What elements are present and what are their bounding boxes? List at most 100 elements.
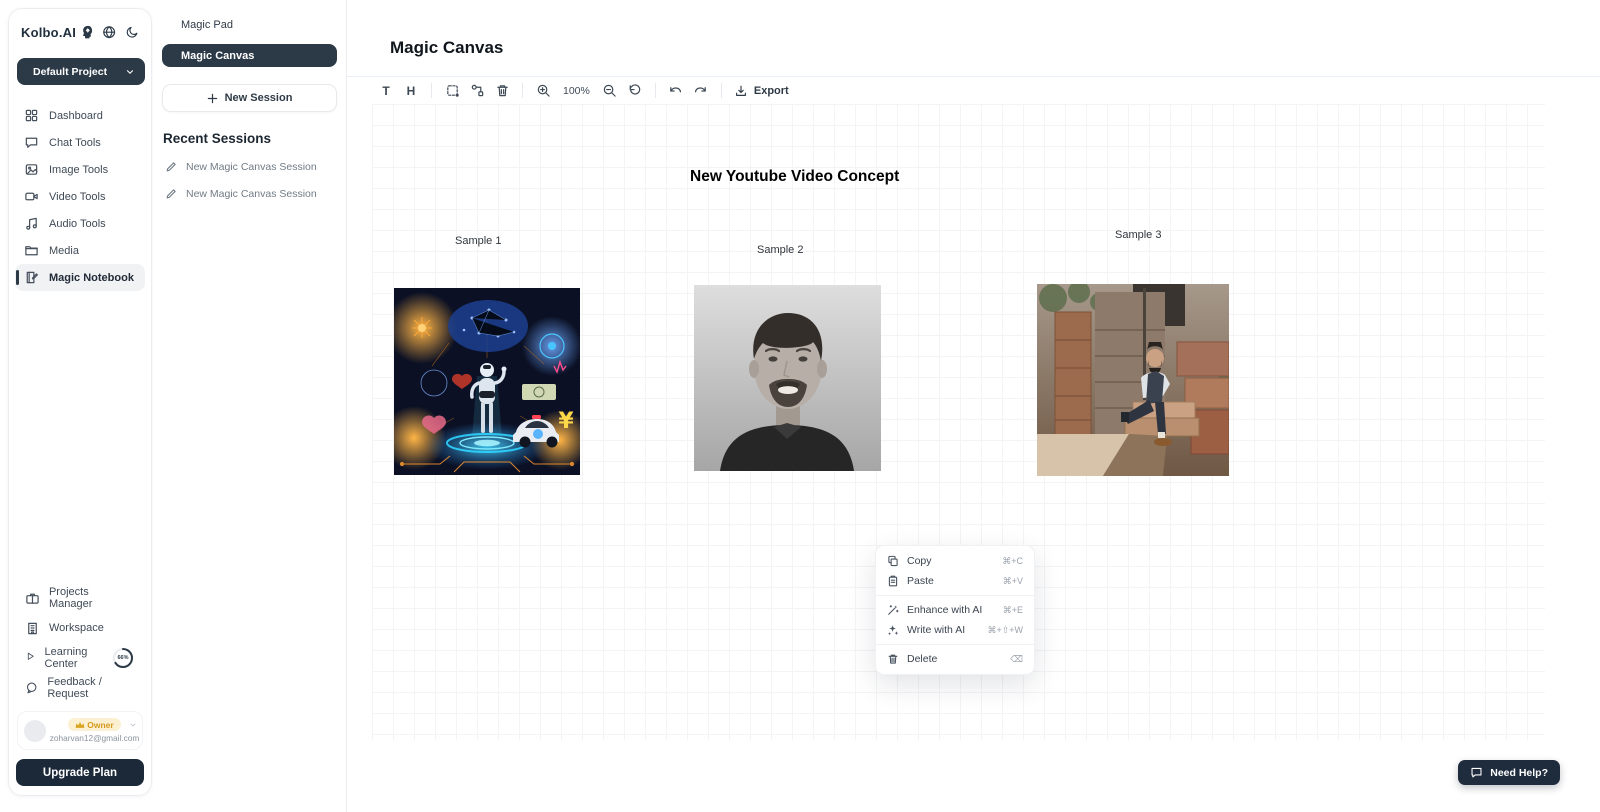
sidebar-item-label: Dashboard (49, 110, 103, 122)
sample-image-3[interactable] (1037, 284, 1229, 476)
dark-mode-moon-icon[interactable] (125, 25, 139, 40)
image-icon (24, 162, 39, 177)
trash-icon (495, 83, 510, 98)
menu-item-copy[interactable]: Copy ⌘+C (876, 551, 1034, 571)
user-account-card[interactable]: Owner zoharvan12@gmail.com (17, 711, 143, 750)
new-session-button[interactable]: New Session (162, 84, 337, 112)
menu-divider (876, 644, 1034, 645)
app-logo: Kolbo.AI (21, 25, 76, 40)
zoom-out-icon (602, 83, 617, 98)
toolbar-divider (655, 83, 656, 98)
need-help-button[interactable]: Need Help? (1458, 760, 1560, 785)
folder-icon (24, 243, 39, 258)
sidebar-item-feedback-request[interactable]: Feedback / Request (16, 673, 144, 703)
menu-shortcut: ⌘+V (1003, 576, 1023, 587)
trash-icon (887, 653, 899, 665)
nav-item-magic-pad[interactable]: Magic Pad (162, 15, 337, 35)
canvas-heading-text[interactable]: New Youtube Video Concept (690, 168, 899, 186)
reset-view-button[interactable] (623, 80, 647, 102)
learning-progress-value: 66% (111, 646, 135, 670)
nav-item-magic-canvas[interactable]: Magic Canvas (162, 44, 337, 67)
zoom-in-button[interactable] (531, 80, 555, 102)
sidebar-footer: Projects Manager Workspace Learning Cent… (9, 583, 151, 786)
logo-row: Kolbo.AI (9, 9, 151, 48)
learning-progress-ring: 66% (111, 646, 135, 670)
toolbar-divider (721, 83, 722, 98)
sidebar: Kolbo.AI Default Project (8, 8, 152, 796)
sidebar-item-label: Magic Notebook (49, 272, 134, 284)
menu-item-delete[interactable]: Delete ⌫ (876, 649, 1034, 669)
text-tool-button[interactable]: T (374, 80, 398, 102)
delete-tool-button[interactable] (490, 80, 514, 102)
connector-tool-button[interactable] (465, 80, 489, 102)
avatar (24, 720, 46, 742)
marquee-select-icon (445, 83, 460, 98)
sidebar-item-video-tools[interactable]: Video Tools (15, 183, 145, 210)
sample-image-2[interactable] (694, 285, 881, 471)
sidebar-item-projects-manager[interactable]: Projects Manager (16, 583, 144, 613)
zoom-level: 100% (563, 85, 590, 97)
context-menu: Copy ⌘+C Paste ⌘+V Enhance with AI (875, 545, 1035, 675)
sidebar-item-label: Feedback / Request (47, 676, 135, 700)
zoom-out-button[interactable] (598, 80, 622, 102)
sidebar-item-image-tools[interactable]: Image Tools (15, 156, 145, 183)
magic-canvas-grid[interactable]: New Youtube Video Concept Sample 1 Sampl… (372, 104, 1545, 740)
project-selector[interactable]: Default Project (17, 58, 145, 85)
toolbar-divider (431, 83, 432, 98)
sidebar-item-audio-tools[interactable]: Audio Tools (15, 210, 145, 237)
help-chat-icon (1470, 766, 1483, 779)
menu-shortcut: ⌘+C (1002, 556, 1023, 567)
language-globe-icon[interactable] (102, 25, 116, 40)
session-list-item[interactable]: New Magic Canvas Session (162, 161, 337, 173)
dashboard-grid-icon (24, 108, 39, 123)
project-selector-label: Default Project (33, 66, 107, 78)
sidebar-item-label: Audio Tools (49, 218, 106, 230)
select-tool-button[interactable] (440, 80, 464, 102)
menu-divider (876, 595, 1034, 596)
user-chevron-icon (129, 721, 137, 729)
notebook-pen-icon (24, 270, 39, 285)
sidebar-item-magic-notebook[interactable]: Magic Notebook (15, 264, 145, 291)
menu-shortcut: ⌘+E (1003, 605, 1023, 616)
sidebar-item-workspace[interactable]: Workspace (16, 613, 144, 643)
plus-icon (207, 93, 218, 104)
export-button[interactable]: Export (734, 84, 789, 98)
sidebar-item-label: Media (49, 245, 79, 257)
user-email: zoharvan12@gmail.com (50, 733, 140, 743)
menu-item-enhance-with-ai[interactable]: Enhance with AI ⌘+E (876, 600, 1034, 620)
menu-item-write-with-ai[interactable]: Write with AI ⌘+⇧+W (876, 620, 1034, 640)
main-area: Magic Canvas T H (347, 0, 1600, 812)
magic-wand-icon (887, 604, 899, 616)
sidebar-item-label: Image Tools (49, 164, 108, 176)
menu-shortcut: ⌫ (1010, 654, 1023, 665)
redo-button[interactable] (689, 80, 713, 102)
pencil-icon (165, 188, 177, 200)
svg-text:¥: ¥ (558, 409, 574, 434)
workflow-nodes-icon (470, 83, 485, 98)
sample-3-label[interactable]: Sample 3 (1115, 229, 1161, 241)
chevron-down-icon (125, 67, 135, 77)
heading-tool-button[interactable]: H (399, 80, 423, 102)
sidebar-item-dashboard[interactable]: Dashboard (15, 102, 145, 129)
sample-1-label[interactable]: Sample 1 (455, 235, 501, 247)
copy-icon (887, 555, 899, 567)
pencil-icon (165, 161, 177, 173)
crown-icon (75, 721, 85, 729)
sidebar-item-learning-center[interactable]: Learning Center 66% (16, 643, 144, 673)
sample-2-label[interactable]: Sample 2 (757, 244, 803, 256)
zoom-in-icon (536, 83, 551, 98)
briefcase-icon (25, 591, 40, 606)
upgrade-plan-button[interactable]: Upgrade Plan (16, 759, 144, 786)
sidebar-item-label: Workspace (49, 622, 104, 634)
download-icon (734, 84, 748, 98)
menu-item-paste[interactable]: Paste ⌘+V (876, 571, 1034, 591)
sample-image-1[interactable]: ¥ (394, 288, 580, 475)
undo-button[interactable] (664, 80, 688, 102)
recent-sessions-title: Recent Sessions (163, 131, 337, 146)
sidebar-item-media[interactable]: Media (15, 237, 145, 264)
building-icon (25, 621, 40, 636)
sidebar-item-chat-tools[interactable]: Chat Tools (15, 129, 145, 156)
play-icon (25, 651, 36, 666)
sparkles-icon (887, 624, 899, 636)
session-list-item[interactable]: New Magic Canvas Session (162, 188, 337, 200)
